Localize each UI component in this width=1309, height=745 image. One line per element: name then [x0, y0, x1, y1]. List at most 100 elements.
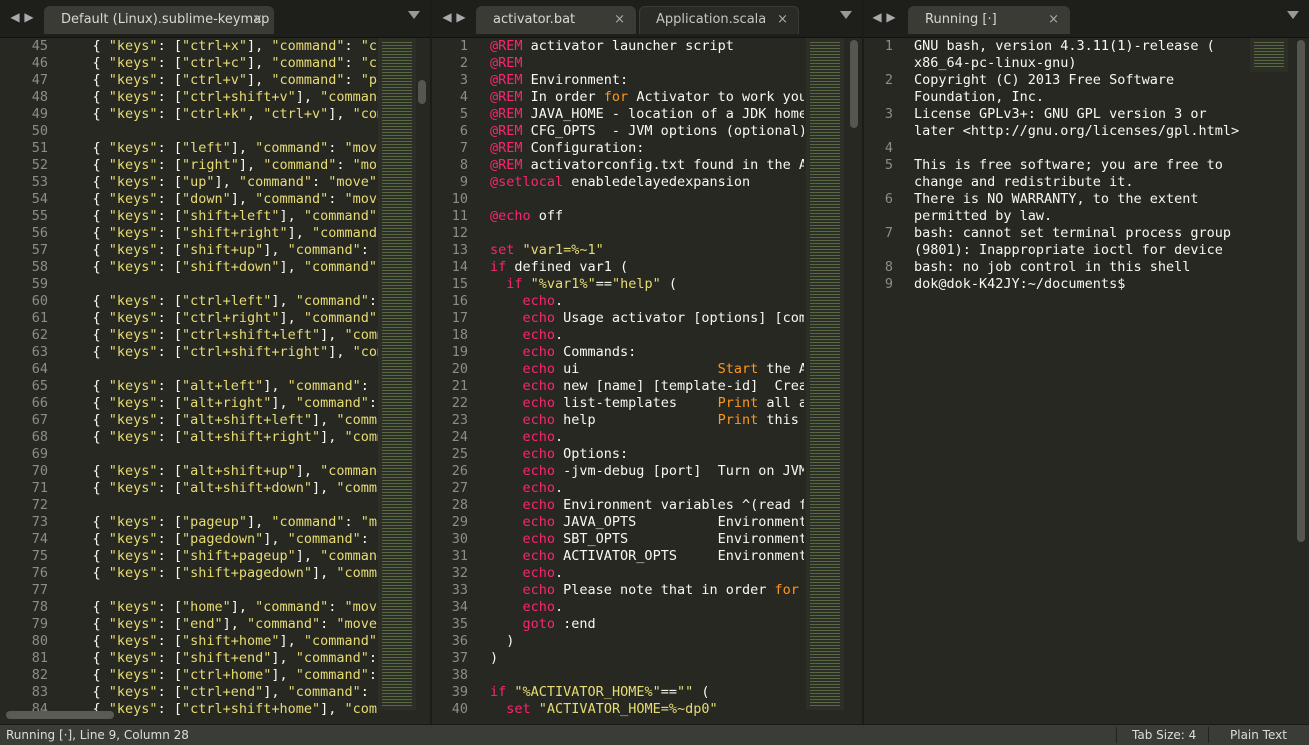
code-line: { "keys": ["ctrl+home"], "command":	[60, 667, 378, 683]
tab-bar-left: ◀ ▶ Default (Linux).sublime-keymap ×	[0, 0, 430, 38]
line-number: 21	[451, 378, 468, 394]
line-number: 66	[31, 395, 48, 411]
syntax-selector[interactable]: Plain Text	[1230, 725, 1287, 745]
code-line: { "keys": ["ctrl+left"], "command":	[60, 293, 378, 309]
line-number: 31	[451, 548, 468, 564]
code-line: echo SBT_OPTS Environment	[522, 531, 804, 547]
code-line: bash: cannot set terminal process group	[914, 225, 1231, 241]
tab-close-icon[interactable]: ×	[252, 7, 263, 33]
line-number: 80	[31, 633, 48, 649]
tab-prev-icon[interactable]: ◀	[440, 9, 454, 25]
editor-pane-left[interactable]: ◀ ▶ Default (Linux).sublime-keymap × 45 4…	[0, 0, 430, 724]
minimap[interactable]	[1250, 38, 1288, 72]
tab-next-icon[interactable]: ▶	[884, 9, 898, 25]
code-line: { "keys": ["shift+left"], "command"	[60, 208, 378, 224]
tab-next-icon[interactable]: ▶	[22, 9, 36, 25]
tab-close-icon[interactable]: ×	[1048, 7, 1059, 33]
tab-close-icon[interactable]: ×	[614, 7, 625, 33]
line-number: 9	[884, 276, 893, 292]
line-number	[864, 208, 893, 225]
tab-close-icon[interactable]: ×	[777, 7, 788, 33]
tab-prev-icon[interactable]: ◀	[870, 9, 884, 25]
code-area[interactable]: { "keys": ["ctrl+x"], "command": "cu { "…	[60, 38, 379, 718]
vertical-scrollbar[interactable]	[418, 80, 426, 104]
code-line: set "ACTIVATOR_HOME=%~dp0"	[506, 701, 718, 717]
code-editor-middle[interactable]: 1 2 3 4 5 6 7 8 9 10 11 12 13 14 15 16 17 18 19 20 21 22 23 24 2…	[432, 38, 862, 724]
line-number: 71	[31, 480, 48, 496]
line-number: 73	[31, 514, 48, 530]
code-line: { "keys": ["shift+down"], "command"	[60, 259, 378, 275]
line-number: 6	[459, 123, 468, 139]
line-number: 5	[459, 106, 468, 122]
line-number: 76	[31, 565, 48, 581]
status-bar: Running [·], Line 9, Column 28 Tab Size:…	[0, 724, 1309, 745]
tab-bar-right: ◀ ▶ Running [·] ×	[864, 0, 1309, 38]
line-number: 64	[31, 361, 48, 377]
tab-next-icon[interactable]: ▶	[454, 9, 468, 25]
terminal-text[interactable]: GNU bash, version 4.3.11(1)-release (x86…	[914, 38, 1250, 293]
line-number: 56	[31, 225, 48, 241]
line-number: 38	[451, 667, 468, 683]
tab-list-dropdown-icon[interactable]	[840, 11, 852, 19]
terminal-output[interactable]: 123456789 GNU bash, version 4.3.11(1)-re…	[864, 38, 1309, 724]
code-line: echo -jvm-debug [port] Turn on JVM	[522, 463, 804, 479]
minimap[interactable]	[806, 38, 844, 710]
code-line: later <http://gnu.org/licenses/gpl.html>	[914, 123, 1240, 139]
code-line: { "keys": ["ctrl+k", "ctrl+v"], "com	[60, 106, 379, 122]
code-line: @echo off	[490, 208, 564, 224]
line-number: 53	[31, 174, 48, 190]
code-editor-left[interactable]: 45 46 47 48 49 50 51 52 53 54 55 56 57 58 59 60 61 62 63 64…	[0, 38, 430, 724]
vertical-scrollbar[interactable]	[850, 40, 858, 128]
code-area[interactable]: @REM activator launcher script @REM @REM E…	[490, 38, 804, 718]
line-number	[864, 55, 893, 72]
tab-running[interactable]: Running [·] ×	[908, 6, 1070, 34]
code-line: echo new [name] [template-id] Creat	[522, 378, 804, 394]
tab-bar-middle: ◀ ▶ activator.bat × Application.scala ×	[432, 0, 862, 38]
code-line: )	[490, 633, 515, 649]
vertical-scrollbar[interactable]	[1297, 40, 1305, 542]
line-number: 2	[459, 55, 468, 71]
code-line: @REM JAVA_HOME - location of a JDK home	[490, 106, 804, 122]
tab-list-dropdown-icon[interactable]	[1287, 11, 1299, 19]
line-number: 3	[884, 106, 893, 122]
terminal-pane[interactable]: ◀ ▶ Running [·] × 123456789 GNU bash, ve…	[864, 0, 1309, 724]
line-number	[864, 174, 893, 191]
editor-pane-middle[interactable]: ◀ ▶ activator.bat × Application.scala × …	[432, 0, 862, 724]
horizontal-scrollbar[interactable]	[6, 711, 114, 719]
line-number: 49	[31, 106, 48, 122]
line-number: 69	[31, 446, 48, 462]
code-line: set "var1=%~1"	[490, 242, 604, 258]
line-number: 1	[459, 38, 468, 54]
line-number: 70	[31, 463, 48, 479]
line-number: 59	[31, 276, 48, 292]
minimap[interactable]	[378, 38, 416, 710]
line-number: 72	[31, 497, 48, 513]
code-line: { "keys": ["down"], "command": "move	[60, 191, 379, 207]
tab-keymap[interactable]: Default (Linux).sublime-keymap ×	[44, 6, 274, 34]
code-line: { "keys": ["alt+shift+down"], "comma	[60, 480, 379, 496]
tab-size-selector[interactable]: Tab Size: 4	[1132, 725, 1196, 745]
code-line: echo.	[522, 480, 564, 496]
code-line: { "keys": ["up"], "command": "move",	[60, 174, 379, 190]
line-number: 74	[31, 531, 48, 547]
tab-running-label: Running [·]	[925, 12, 997, 27]
line-number: 30	[451, 531, 468, 547]
line-number: 78	[31, 599, 48, 615]
code-line: { "keys": ["ctrl+shift+left"], "comm	[60, 327, 379, 343]
tab-prev-icon[interactable]: ◀	[8, 9, 22, 25]
code-line: { "keys": ["home"], "command": "move	[60, 599, 379, 615]
code-line: { "keys": ["ctrl+x"], "command": "cu	[60, 38, 379, 54]
tab-application-scala[interactable]: Application.scala ×	[639, 6, 799, 34]
code-line: echo Commands:	[522, 344, 637, 360]
code-line: { "keys": ["alt+shift+left"], "comma	[60, 412, 379, 428]
line-number: 63	[31, 344, 48, 360]
line-number: 14	[451, 259, 468, 275]
code-line: (9801): Inappropriate ioctl for device	[914, 242, 1223, 258]
tab-list-dropdown-icon[interactable]	[408, 11, 420, 19]
line-number: 28	[451, 497, 468, 513]
tab-activator-bat[interactable]: activator.bat ×	[476, 6, 636, 34]
